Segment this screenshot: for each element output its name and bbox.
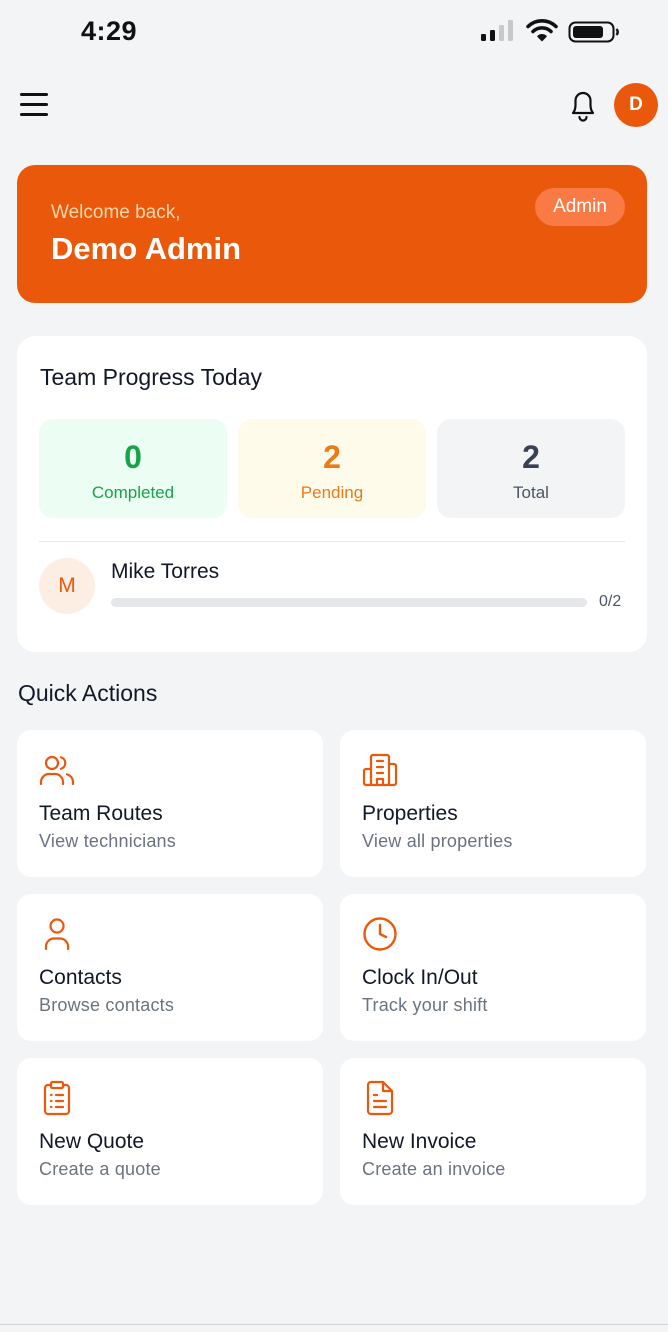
action-contacts[interactable]: Contacts Browse contacts [17, 894, 323, 1041]
action-subtitle: View technicians [39, 831, 176, 851]
member-task-count: 0/2 [599, 593, 622, 610]
action-new-quote[interactable]: New Quote Create a quote [17, 1058, 323, 1205]
wifi-icon [526, 19, 558, 42]
battery-icon [568, 21, 619, 43]
completed-label: Completed [91, 483, 175, 502]
action-subtitle: Browse contacts [39, 995, 175, 1015]
action-title: Properties [362, 802, 458, 825]
action-subtitle: Track your shift [362, 995, 488, 1015]
pending-label: Pending [300, 483, 364, 502]
clock-icon [363, 917, 397, 951]
clipboard-list-icon [43, 1080, 71, 1116]
total-label: Total [513, 483, 549, 502]
divider [39, 541, 625, 542]
users-icon [39, 755, 75, 786]
quick-actions-title: Quick Actions [18, 680, 158, 706]
action-subtitle: Create a quote [39, 1159, 161, 1179]
cellular-signal-icon [481, 20, 513, 41]
action-title: Team Routes [39, 802, 163, 825]
team-progress-title: Team Progress Today [40, 364, 263, 390]
pending-count: 2 [323, 439, 341, 475]
action-title: New Quote [39, 1130, 145, 1153]
action-title: New Invoice [362, 1130, 477, 1153]
status-time: 4:29 [81, 16, 138, 46]
action-team-routes[interactable]: Team Routes View technicians [17, 730, 323, 877]
action-clock-in-out[interactable]: Clock In/Out Track your shift [340, 894, 646, 1041]
user-avatar[interactable]: D [614, 83, 658, 127]
completed-stat: 0 Completed [39, 419, 227, 518]
user-icon [44, 918, 70, 951]
status-bar: 4:29 [0, 0, 668, 64]
role-badge: Admin [535, 188, 625, 226]
action-subtitle: View all properties [362, 831, 513, 851]
member-progress-bar [111, 598, 587, 607]
action-title: Clock In/Out [362, 966, 478, 989]
welcome-greeting: Welcome back, [51, 202, 181, 223]
action-title: Contacts [39, 966, 122, 989]
completed-count: 0 [124, 439, 142, 475]
action-subtitle: Create an invoice [362, 1159, 506, 1179]
menu-icon[interactable] [18, 88, 50, 122]
member-name: Mike Torres [111, 560, 220, 583]
welcome-user-name: Demo Admin [51, 231, 242, 266]
pending-stat: 2 Pending [238, 419, 426, 518]
building-icon [362, 753, 398, 787]
bottom-divider [0, 1324, 668, 1325]
member-avatar: M [39, 558, 95, 614]
action-properties[interactable]: Properties View all properties [340, 730, 646, 877]
notification-bell-icon[interactable] [566, 86, 600, 124]
file-text-icon [366, 1080, 394, 1116]
total-count: 2 [522, 439, 540, 475]
welcome-card: Welcome back, Demo Admin Admin [17, 165, 647, 303]
team-progress-card: Team Progress Today 0 Completed 2 Pendin… [17, 336, 647, 652]
total-stat: 2 Total [437, 419, 625, 518]
action-new-invoice[interactable]: New Invoice Create an invoice [340, 1058, 646, 1205]
